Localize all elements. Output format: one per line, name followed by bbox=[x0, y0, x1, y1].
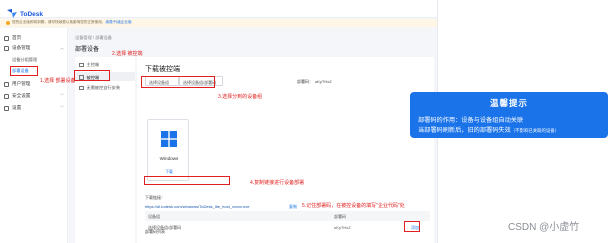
sidebar-item-user[interactable]: 用户管理 ﹀ bbox=[4, 81, 64, 87]
deploy-type-panel: 主控端 被控端 无需被控自行安装 bbox=[75, 57, 135, 243]
annotation-step5: 5.记住部署码，在被控设备的填写"企业代码"处 bbox=[302, 203, 405, 209]
watermark: CSDN @小虚竹 bbox=[508, 222, 580, 233]
deploy-code-label: 部署码： bbox=[297, 79, 313, 84]
table-cell-group: 选择设备组/部署码 bbox=[148, 225, 182, 230]
download-icon bbox=[79, 85, 84, 91]
table-header: 部署码 bbox=[334, 214, 346, 219]
download-button[interactable]: 下载 bbox=[148, 170, 190, 175]
sidebar-item-device[interactable]: 设备管理 ︿ bbox=[4, 45, 64, 51]
renew-link[interactable]: 续费/升级企业版 bbox=[105, 20, 131, 24]
tip-line-1: 部署码的作用：设备与设备组自动关联 bbox=[418, 117, 524, 124]
sidebar: 首页 设备管理 ︿ 设备分组管理 部署设备 用户管理 ﹀ 安全设置 ﹀ 设置 ﹀ bbox=[0, 28, 68, 243]
copy-link-button[interactable]: 复制 bbox=[289, 204, 297, 210]
table-header: 设备组 bbox=[148, 214, 160, 219]
tip-box: 温馨提示 部署码的作用：设备与设备组自动关联 当部署码刷新后，旧的部署码失效（不… bbox=[410, 92, 608, 138]
deploy-type-controller[interactable]: 主控端 bbox=[79, 62, 99, 68]
deploy-code-value: uKyTHxZ bbox=[315, 79, 332, 84]
notice-bar: 您的企业版即将到期，请尽快续费以免影响您的正常使用，续费/升级企业版 bbox=[0, 19, 437, 27]
table-cell-code: uKyTHxZ bbox=[334, 225, 351, 230]
annotation-step3: 3.选择分到的设备组 bbox=[218, 94, 263, 100]
download-url[interactable]: https://dl.todesk.com/windows/ToDesk_lit… bbox=[145, 204, 250, 209]
notice-text: 您的企业版即将到期，请尽快续费以免影响您的正常使用，续费/升级企业版 bbox=[12, 20, 132, 24]
table-header-row: 设备组 部署码 bbox=[145, 211, 430, 221]
breadcrumb: 设备管理 / 部署设备 bbox=[75, 35, 112, 40]
sidebar-item-security[interactable]: 安全设置 ﹀ bbox=[4, 93, 64, 99]
top-bar: ToDesk 远程控制 bbox=[0, 0, 437, 23]
deploy-type-self-install[interactable]: 无需被控自行安装 bbox=[79, 85, 120, 91]
monitor-icon bbox=[79, 62, 84, 68]
platform-label: Windows bbox=[159, 156, 179, 161]
brand-name: ToDesk bbox=[20, 11, 43, 18]
highlight-deploy-menu bbox=[10, 66, 38, 76]
device-icon bbox=[4, 45, 9, 51]
windows-icon bbox=[161, 131, 177, 147]
sidebar-item-home[interactable]: 首页 bbox=[4, 35, 21, 41]
screenshot-panel: ToDesk 远程控制 您的企业版即将到期，请尽快续费以免影响您的正常使用，续费… bbox=[0, 0, 438, 243]
annotation-step2: 2.选择 被控端 bbox=[112, 51, 143, 57]
sidebar-item-settings[interactable]: 设置 ﹀ bbox=[4, 105, 64, 111]
highlight-add-button bbox=[404, 221, 420, 232]
shield-icon bbox=[4, 93, 9, 99]
content-title: 下载被控端 bbox=[145, 66, 180, 73]
highlight-controlled-tab bbox=[74, 70, 110, 81]
warning-icon bbox=[6, 21, 10, 25]
windows-package-card[interactable]: Windows 下载 bbox=[147, 119, 189, 181]
download-link-label: 下载链接： bbox=[145, 195, 165, 200]
table-row: 选择设备组/部署码 uKyTHxZ 添加 bbox=[145, 222, 430, 232]
chevron-up-icon: ︿ bbox=[60, 45, 64, 50]
chevron-down-icon: ﹀ bbox=[60, 105, 64, 110]
gear-icon bbox=[4, 105, 9, 111]
tip-title: 温馨提示 bbox=[489, 98, 528, 108]
user-icon bbox=[4, 81, 9, 87]
sidebar-subitem-group[interactable]: 设备分组管理 bbox=[12, 57, 37, 63]
tip-line-2: 当部署码刷新后，旧的部署码失效（不影响已关联的设备） bbox=[418, 127, 560, 134]
chevron-down-icon: ﹀ bbox=[60, 93, 64, 98]
todesk-logo-icon bbox=[7, 8, 17, 18]
highlight-group-select bbox=[141, 76, 215, 88]
annotation-step4: 4.复制链接进行设备部署 bbox=[250, 180, 305, 186]
highlight-download-url bbox=[144, 176, 230, 185]
page-title: 部署设备 bbox=[75, 47, 100, 53]
home-icon bbox=[4, 35, 9, 41]
